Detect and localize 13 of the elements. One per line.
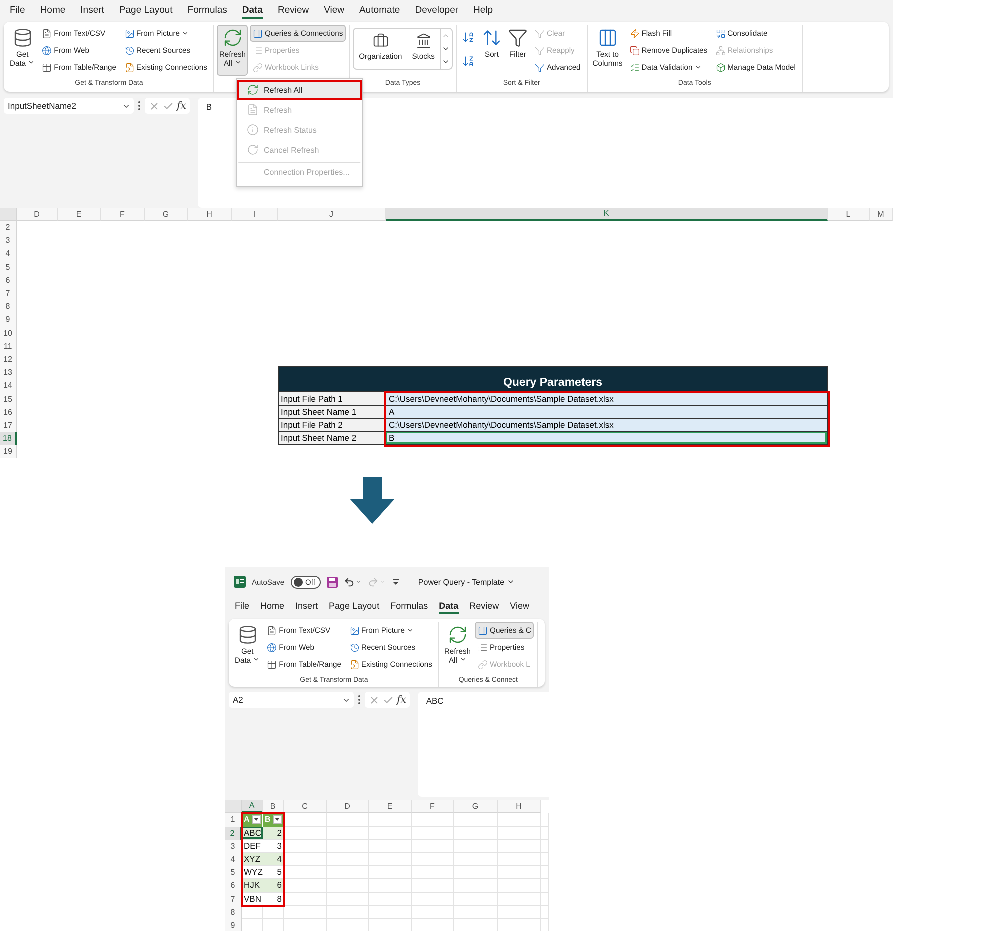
table-cell: Input File Path 1 <box>278 392 386 406</box>
table-cell: C:\Users\DevneetMohanty\Documents\Sample Dataset.xlsx <box>386 392 828 406</box>
table-cell: Input File Path 2 <box>278 418 386 432</box>
table-cell: Input Sheet Name 2 <box>278 432 386 446</box>
table-cell: 5 <box>263 866 284 880</box>
table-cell: Input Sheet Name 1 <box>278 406 386 419</box>
table-cell: B <box>386 432 828 446</box>
table-cell: A <box>386 406 828 419</box>
table-cell: WYZ <box>242 866 263 880</box>
table-title: Query Parameters <box>278 366 828 392</box>
table-cell: 6 <box>263 879 284 892</box>
table-cell: HJK <box>242 879 263 892</box>
table-cell: C:\Users\DevneetMohanty\Documents\Sample Dataset.xlsx <box>386 418 828 432</box>
